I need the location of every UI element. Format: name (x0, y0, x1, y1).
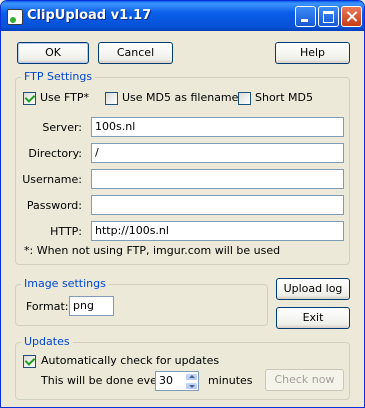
auto-check-checkbox[interactable] (23, 355, 36, 368)
interval-prefix: This will be done every (41, 374, 168, 387)
short-md5-label[interactable]: Short MD5 (255, 91, 313, 104)
imgur-note: *: When not using FTP, imgur.com will be… (24, 244, 281, 257)
minimize-icon[interactable] (295, 6, 316, 27)
help-button[interactable]: Help (275, 42, 350, 64)
format-field[interactable]: png (69, 296, 114, 316)
use-ftp-checkbox[interactable] (23, 92, 36, 105)
maximize-icon[interactable] (318, 6, 339, 27)
app-icon (7, 9, 23, 25)
directory-label: Directory: (28, 147, 82, 160)
image-settings-legend: Image settings (21, 277, 109, 290)
use-md5-label[interactable]: Use MD5 as filename (122, 91, 238, 104)
server-field[interactable]: 100s.nl (91, 117, 344, 137)
upload-log-button[interactable]: Upload log (276, 278, 350, 300)
ftp-settings-legend: FTP Settings (21, 70, 96, 83)
directory-field[interactable]: / (91, 143, 344, 163)
interval-suffix: minutes (208, 374, 253, 387)
title-bar[interactable]: ClipUpload v1.17 (1, 1, 364, 31)
server-label: Server: (42, 121, 82, 134)
clipupload-window: ClipUpload v1.17 OK Cancel Help FTP Sett… (0, 0, 365, 408)
interval-field[interactable]: 30 (155, 371, 185, 391)
interval-stepper[interactable] (184, 371, 199, 391)
http-label: HTTP: (50, 225, 82, 238)
ok-button[interactable]: OK (17, 42, 89, 64)
use-ftp-label[interactable]: Use FTP* (40, 91, 89, 104)
exit-button[interactable]: Exit (276, 307, 350, 329)
auto-check-label[interactable]: Automatically check for updates (41, 354, 219, 367)
username-label: Username: (22, 173, 82, 186)
format-label: Format: (26, 300, 69, 313)
cancel-button[interactable]: Cancel (98, 42, 173, 64)
short-md5-checkbox[interactable] (238, 92, 251, 105)
window-title: ClipUpload v1.17 (27, 8, 152, 23)
close-icon[interactable] (341, 6, 362, 27)
stepper-up-icon[interactable] (185, 373, 198, 381)
password-field[interactable] (91, 195, 344, 215)
updates-legend: Updates (21, 335, 73, 348)
username-field[interactable] (91, 169, 344, 189)
stepper-down-icon[interactable] (185, 382, 198, 390)
password-label: Password: (26, 199, 82, 212)
use-md5-checkbox[interactable] (105, 92, 118, 105)
http-field[interactable]: http://100s.nl (91, 221, 344, 241)
check-now-button[interactable]: Check now (265, 369, 344, 391)
